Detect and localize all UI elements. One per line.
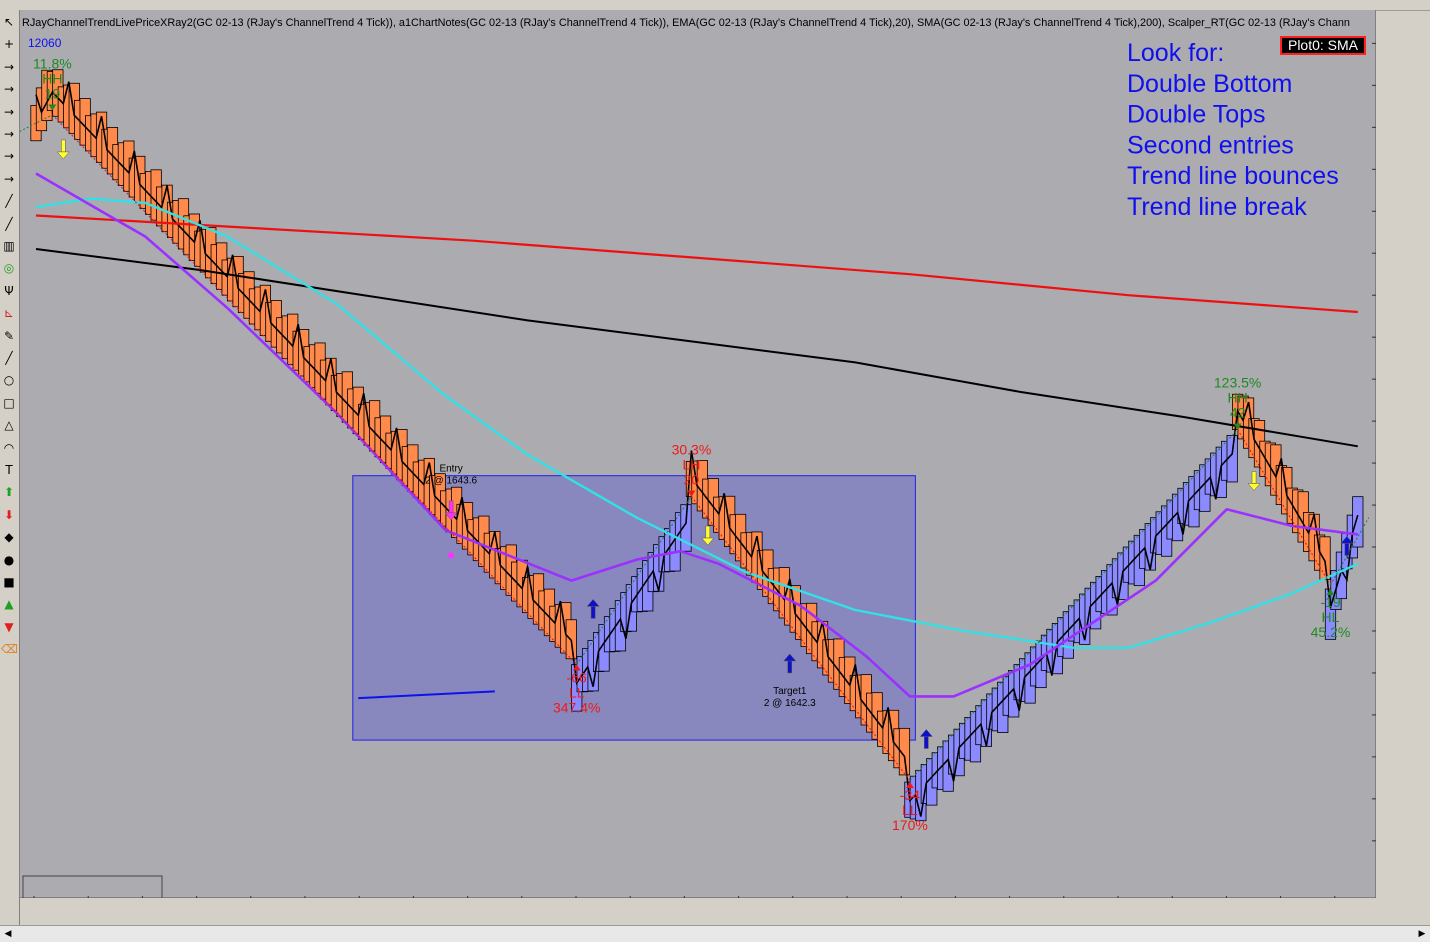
swing-label: HH — [1228, 390, 1248, 406]
arrow-right-icon[interactable]: → — [1, 126, 17, 142]
arrow-shaft — [1251, 471, 1257, 484]
price-chart[interactable]: RJayChannelTrendLivePriceXRay2(GC 02-13 … — [20, 10, 1376, 898]
eraser-icon[interactable]: ⌫ — [1, 641, 18, 657]
swing-label: 45.2% — [1311, 624, 1351, 640]
note-line: Second entries — [1127, 131, 1294, 159]
swing-label: -19 — [1320, 594, 1340, 610]
arrow-icon[interactable]: ↖ — [1, 14, 17, 30]
swing-label: -34 — [900, 787, 920, 803]
note-line: Double Bottom — [1127, 70, 1292, 98]
trade-annotation: 2 @ 1642.3 — [764, 698, 816, 709]
cross-icon[interactable]: + — [1, 36, 17, 52]
swing-label: 170% — [892, 817, 928, 833]
swing-label: HL — [1322, 609, 1340, 625]
triangle-up-icon[interactable]: ▲ — [1, 596, 17, 612]
text-icon[interactable]: T — [1, 462, 17, 478]
line-icon[interactable]: ╱ — [1, 216, 17, 232]
price-box — [1319, 536, 1331, 581]
line-icon[interactable]: ╱ — [1, 193, 17, 209]
square-icon[interactable]: □ — [1, 395, 17, 411]
dot-icon[interactable]: ● — [1, 552, 17, 568]
arc-icon[interactable]: ◠ — [1, 440, 17, 456]
swing-label: 30.3% — [672, 442, 712, 458]
swing-label: 11.8% — [33, 56, 72, 72]
swing-label: -66 — [567, 670, 587, 686]
swing-label: HH — [42, 71, 62, 87]
horizontal-scrollbar[interactable]: ◀ ▶ — [0, 925, 1430, 942]
swing-label: 347.4% — [553, 700, 600, 716]
swing-label: 19 — [45, 86, 61, 102]
arrow-down-icon — [56, 139, 70, 160]
plot-label-badge: Plot0: SMA — [1280, 36, 1366, 55]
chart-canvas[interactable]: RJayChannelTrendLivePriceXRay2(GC 02-13 … — [20, 10, 1376, 898]
fan-icon[interactable]: ⊾ — [1, 305, 17, 321]
diamond-icon[interactable]: ◆ — [1, 529, 17, 545]
note-line: Trend line bounces — [1127, 162, 1339, 190]
triangle-icon[interactable]: △ — [1, 417, 17, 433]
square-fill-icon[interactable]: ■ — [1, 574, 17, 590]
target-icon[interactable]: ◎ — [1, 260, 17, 276]
swing-label: LL — [902, 802, 918, 818]
arrow-up-icon — [919, 729, 933, 749]
trade-annotation: 2 @ 1643.6 — [425, 475, 477, 486]
line-icon[interactable]: ╱ — [1, 350, 17, 366]
chart-title-bar: RJayChannelTrendLivePriceXRay2(GC 02-13 … — [22, 17, 1350, 29]
swing-label: LH — [682, 457, 700, 473]
arrow-head — [919, 729, 933, 737]
arrow-down-icon — [1247, 471, 1261, 491]
pitchfork-icon[interactable]: Ψ — [1, 283, 17, 299]
swing-label: LL — [569, 685, 585, 701]
trade-annotation: Entry — [439, 463, 462, 474]
marker-dot — [448, 552, 455, 559]
swing-label: 20 — [684, 472, 700, 488]
arrow-head — [1247, 483, 1261, 491]
bars-icon[interactable]: ▥ — [1, 238, 17, 254]
arrow-right-icon[interactable]: → — [1, 171, 17, 187]
arrow-shaft — [787, 660, 793, 674]
arrow-shaft — [61, 139, 66, 153]
circle-icon[interactable]: ○ — [1, 372, 17, 388]
trade-annotation: Target1 — [773, 686, 807, 697]
scroll-right-icon[interactable]: ▶ — [1415, 927, 1429, 941]
triangle-down-icon[interactable]: ▼ — [1, 619, 17, 635]
trendline — [909, 429, 1239, 781]
bar-counter: 12060 — [28, 36, 62, 50]
note-line: Look for: — [1127, 39, 1224, 67]
swing-label: 123.5% — [1214, 375, 1261, 391]
arrow-shaft — [1344, 543, 1350, 556]
corner-box — [22, 875, 163, 898]
arrow-right-icon[interactable]: → — [1, 81, 17, 97]
price-box — [1352, 496, 1364, 548]
swing-label: 42 — [1230, 405, 1246, 421]
note-line: Trend line break — [1127, 193, 1307, 221]
arrow-shaft — [924, 736, 929, 749]
arrow-right-icon[interactable]: → — [1, 104, 17, 120]
drawing-toolbar: ↖ + → → → → → → ╱ ╱ ▥ ◎ Ψ ⊾ ✎ ╱ ○ □ △ ◠ T ⬆ ⬇ ◆ ● ■ ▲ ▼ ⌫ — [0, 10, 20, 925]
arrow-shaft — [705, 525, 711, 539]
arrow-down-icon[interactable]: ⬇ — [1, 507, 17, 523]
marker-icon — [448, 552, 455, 559]
pencil-icon[interactable]: ✎ — [1, 328, 17, 344]
arrow-right-icon[interactable]: → — [1, 148, 17, 164]
note-line: Double Tops — [1127, 101, 1266, 129]
arrow-shaft — [590, 606, 596, 619]
arrow-right-icon[interactable]: → — [1, 59, 17, 75]
arrow-shaft — [448, 500, 454, 514]
arrow-head — [56, 151, 70, 160]
scroll-left-icon[interactable]: ◀ — [1, 927, 15, 941]
arrow-up-icon[interactable]: ⬆ — [1, 484, 17, 500]
